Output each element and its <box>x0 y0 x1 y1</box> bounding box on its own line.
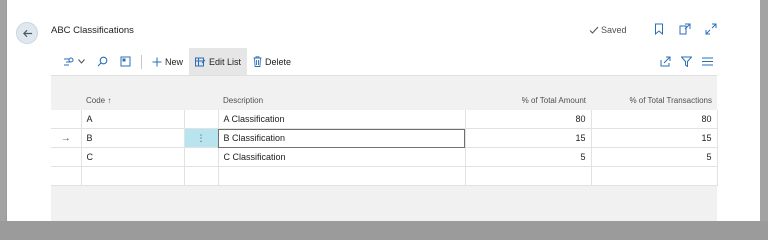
row-actions-button[interactable]: ⋮ <box>184 128 219 148</box>
column-header-total-transactions[interactable]: % of Total Transactions <box>591 91 717 110</box>
row-menu-cell <box>184 147 219 167</box>
backdrop-right <box>760 0 768 221</box>
saved-label: Saved <box>601 25 627 35</box>
cell-code[interactable]: B <box>81 128 185 148</box>
personalize-menu[interactable] <box>51 48 91 75</box>
empty-cell[interactable] <box>591 166 718 186</box>
check-icon <box>589 26 599 34</box>
column-header-total-amount[interactable]: % of Total Amount <box>465 91 591 110</box>
page-title: ABC Classifications <box>51 25 134 36</box>
toolbar-divider <box>141 54 142 69</box>
empty-cell <box>184 166 219 186</box>
column-header-code[interactable]: Code ↑ <box>81 91 184 110</box>
arrow-left-icon <box>22 29 32 37</box>
cell-code[interactable]: C <box>81 147 185 167</box>
empty-cell[interactable] <box>465 166 592 186</box>
menu-header <box>184 91 218 110</box>
filter-pane-icon <box>63 57 75 67</box>
row-indicator <box>51 147 82 167</box>
table-row[interactable]: A A Classification 80 80 <box>51 110 718 129</box>
empty-cell[interactable] <box>81 166 185 186</box>
chevron-down-icon <box>78 59 85 64</box>
filter-icon[interactable] <box>681 56 692 67</box>
edit-list-label: Edit List <box>209 56 242 67</box>
page-sheet: ABC Classifications Saved New Edit List … <box>7 0 760 221</box>
row-indicator-arrow: → <box>51 128 82 148</box>
table-header-row: Code ↑ Description % of Total Amount % o… <box>51 91 717 110</box>
new-label: New <box>165 56 184 67</box>
back-button[interactable] <box>16 22 38 44</box>
cell-total-transactions[interactable]: 15 <box>591 128 718 148</box>
empty-cell[interactable] <box>218 166 466 186</box>
edit-list-icon <box>195 57 206 67</box>
show-as-list-button[interactable] <box>114 48 137 75</box>
cell-description[interactable]: C Classification <box>218 147 466 167</box>
share-icon[interactable] <box>660 56 671 67</box>
toolbar-right-actions <box>660 48 717 75</box>
cell-code[interactable]: A <box>81 110 185 129</box>
cell-description[interactable]: B Classification <box>218 128 466 148</box>
cell-total-amount[interactable]: 80 <box>465 110 592 129</box>
saved-status: Saved <box>589 25 627 35</box>
indicator-header <box>51 91 81 110</box>
empty-cell <box>51 166 82 186</box>
search-icon <box>97 56 108 67</box>
classifications-table: Code ↑ Description % of Total Amount % o… <box>51 91 718 186</box>
search-button[interactable] <box>91 48 114 75</box>
cell-total-amount[interactable]: 5 <box>465 147 592 167</box>
backdrop-left <box>0 0 6 221</box>
row-indicator <box>51 110 82 129</box>
table-row[interactable]: C C Classification 5 5 <box>51 147 718 167</box>
cell-description[interactable]: A Classification <box>218 110 466 129</box>
open-new-window-icon[interactable] <box>678 22 692 36</box>
bookmark-icon[interactable] <box>652 22 666 36</box>
table-row-selected[interactable]: → B ⋮ B Classification 15 15 <box>51 128 718 148</box>
menu-icon[interactable] <box>702 57 713 66</box>
table-row-empty[interactable] <box>51 166 718 186</box>
list-view-icon <box>120 56 131 67</box>
header-actions <box>652 22 718 36</box>
edit-list-button[interactable]: Edit List <box>189 48 248 75</box>
expand-icon[interactable] <box>704 22 718 36</box>
cell-total-transactions[interactable]: 5 <box>591 147 718 167</box>
action-bar: New Edit List Delete <box>51 48 717 76</box>
delete-label: Delete <box>265 56 292 67</box>
plus-icon <box>152 57 162 67</box>
row-menu-cell <box>184 110 219 129</box>
delete-button[interactable]: Delete <box>247 48 297 75</box>
new-button[interactable]: New <box>146 48 189 75</box>
cell-total-amount[interactable]: 15 <box>465 128 592 148</box>
list-panel: New Edit List Delete Code ↑ Description … <box>51 48 718 221</box>
cell-total-transactions[interactable]: 80 <box>591 110 718 129</box>
trash-icon <box>253 56 262 67</box>
column-header-description[interactable]: Description <box>218 91 465 110</box>
